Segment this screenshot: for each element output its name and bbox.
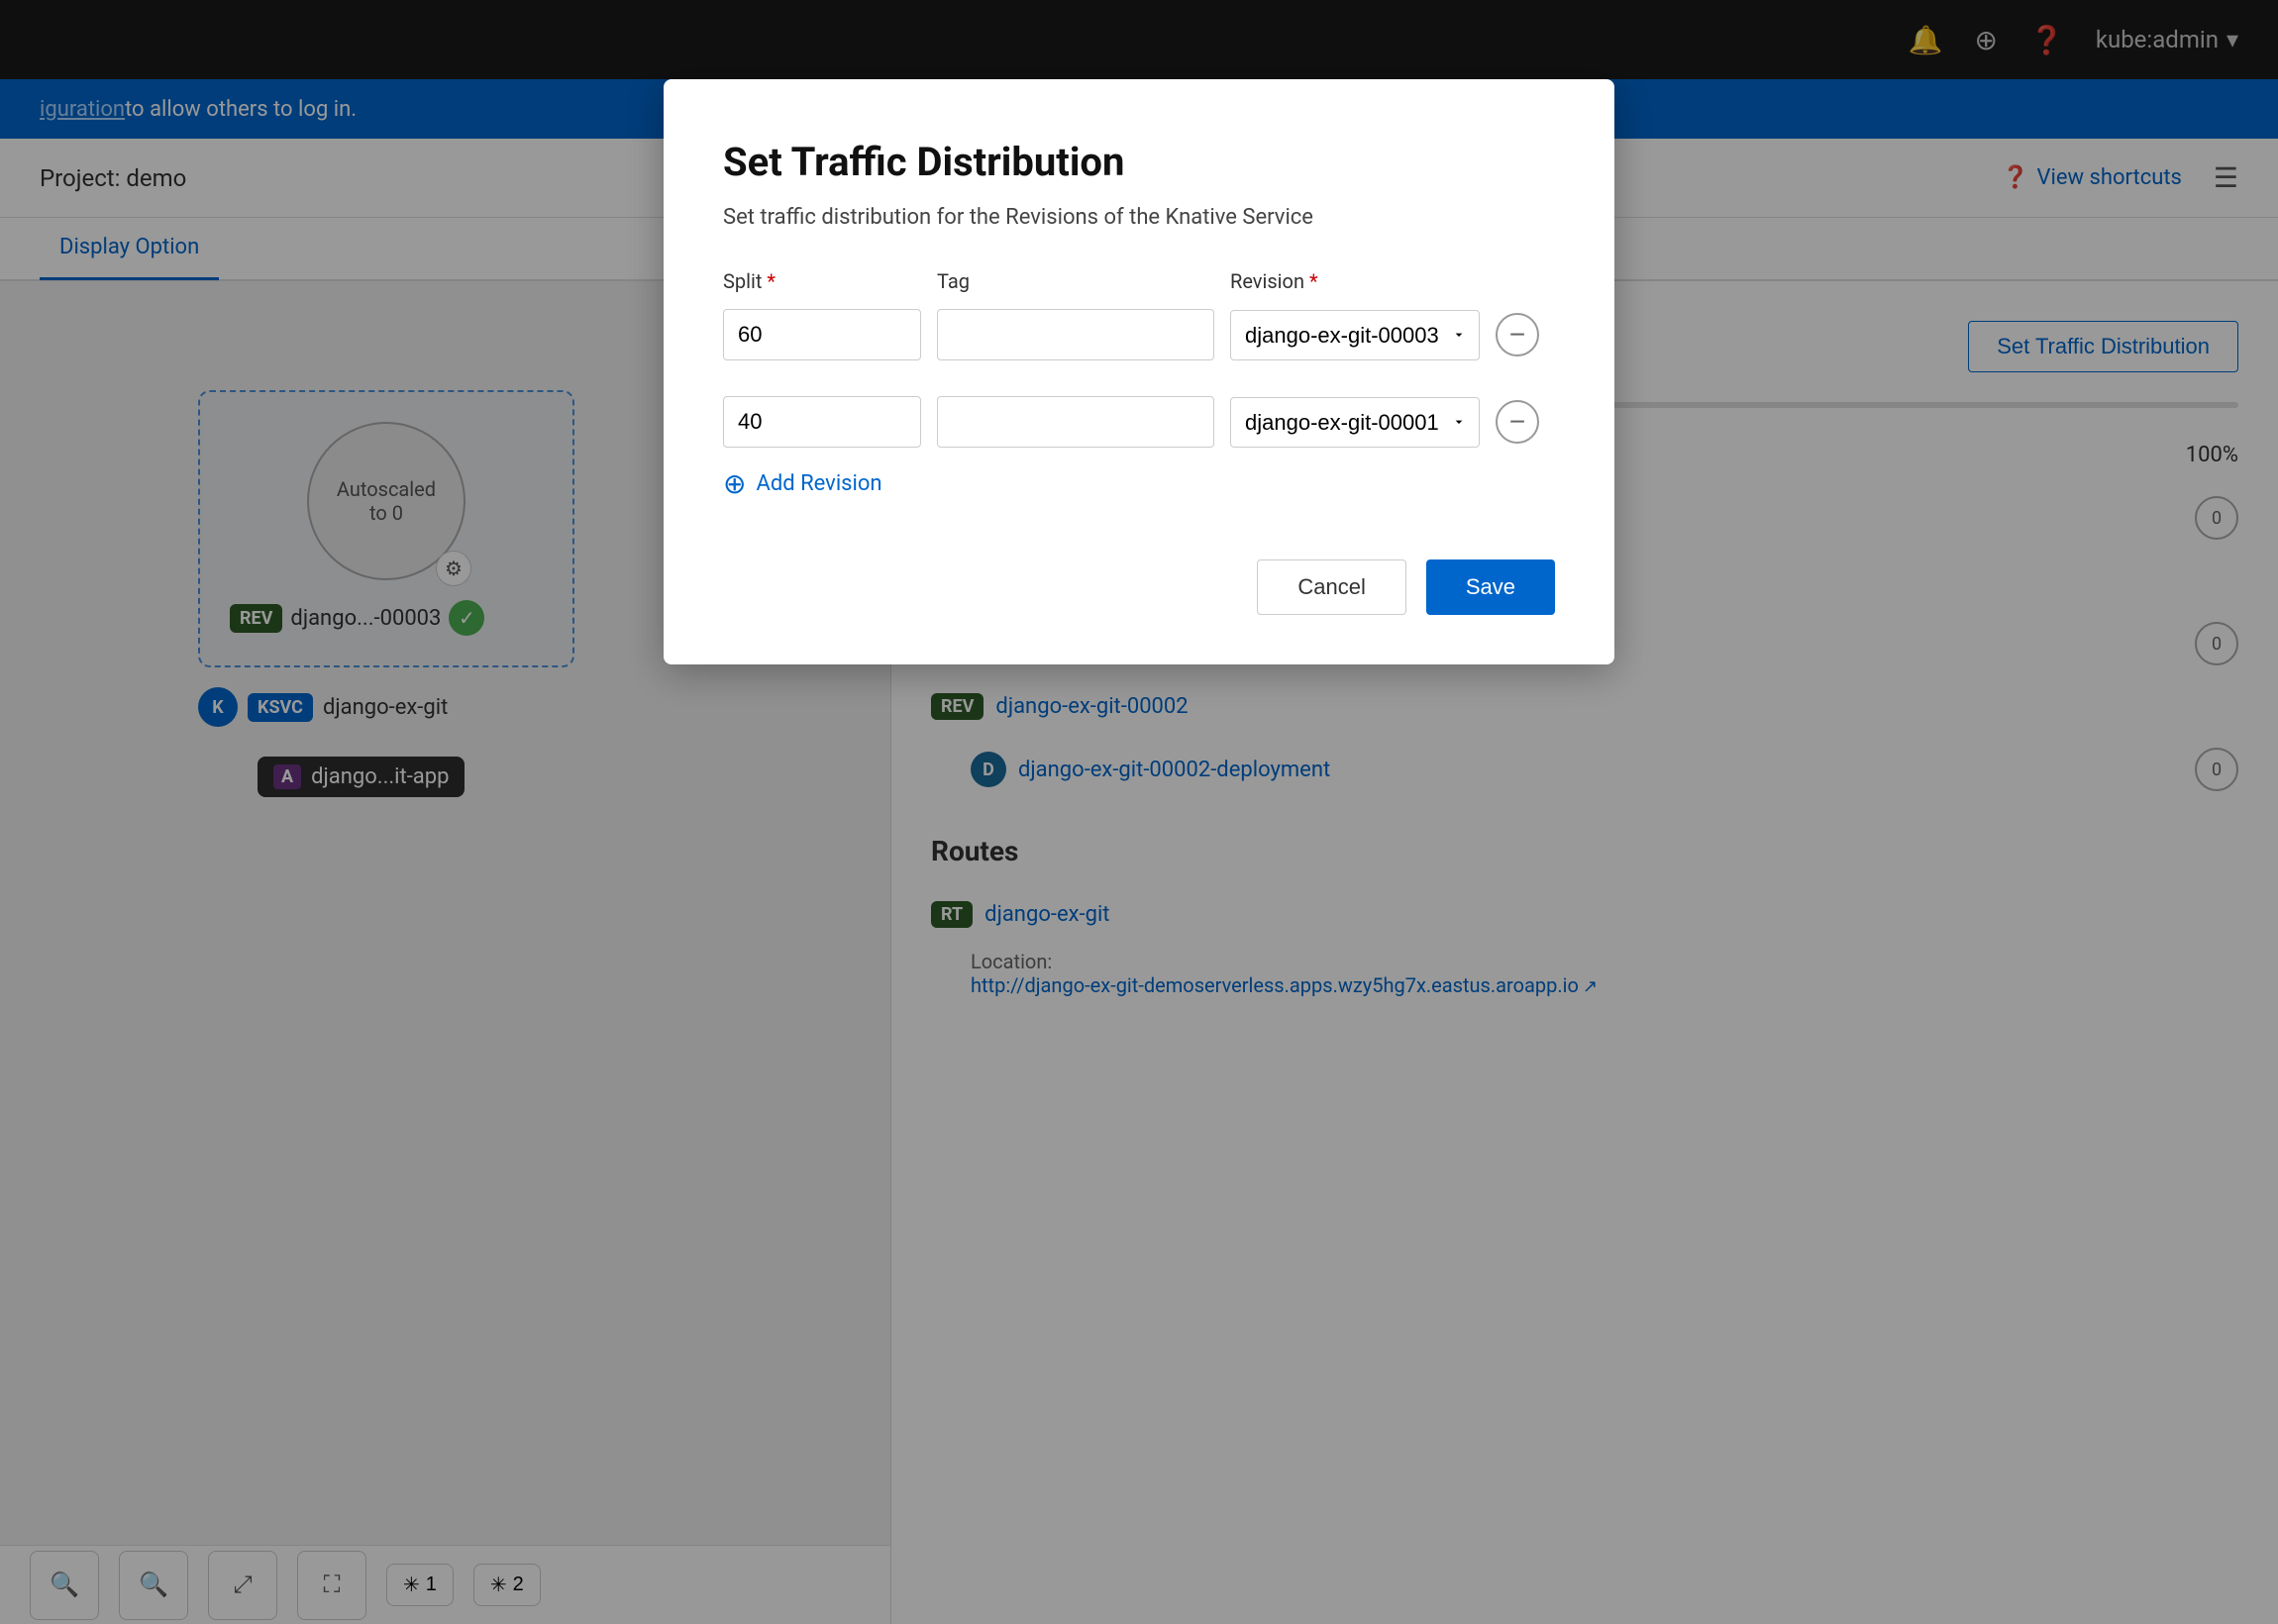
modal-column-headers: Split * Tag Revision * [723, 269, 1555, 293]
modal-row-2: django-ex-git-00001 django-ex-git-00003 … [723, 396, 1555, 448]
modal-overlay: Set Traffic Distribution Set traffic dis… [0, 0, 2278, 1624]
col-header-split: Split * [723, 269, 921, 293]
minus-icon: − [1509, 321, 1525, 349]
remove-row-1-button[interactable]: − [1496, 313, 1539, 356]
modal-title: Set Traffic Distribution [723, 139, 1555, 185]
add-revision-plus-icon: ⊕ [723, 467, 746, 500]
tag-input-2[interactable] [937, 396, 1214, 448]
col-header-revision: Revision * [1230, 269, 1480, 293]
modal-footer: Cancel Save [723, 559, 1555, 615]
revision-select-2[interactable]: django-ex-git-00001 django-ex-git-00003 … [1230, 397, 1480, 448]
modal-subtitle: Set traffic distribution for the Revisio… [723, 205, 1555, 230]
add-revision-label: Add Revision [756, 471, 881, 496]
col-header-tag: Tag [937, 269, 1214, 293]
revision-required-star: * [1309, 269, 1318, 293]
save-button[interactable]: Save [1426, 559, 1555, 615]
minus-icon-2: − [1509, 408, 1525, 436]
modal-row-1: django-ex-git-00003 django-ex-git-00001 … [723, 309, 1555, 360]
revision-select-1[interactable]: django-ex-git-00003 django-ex-git-00001 … [1230, 310, 1480, 360]
remove-row-2-button[interactable]: − [1496, 400, 1539, 444]
split-input-1[interactable] [723, 309, 921, 360]
tag-input-1[interactable] [937, 309, 1214, 360]
cancel-button[interactable]: Cancel [1257, 559, 1405, 615]
split-required-star: * [767, 269, 776, 293]
split-input-2[interactable] [723, 396, 921, 448]
add-revision-button[interactable]: ⊕ Add Revision [723, 467, 1555, 500]
modal-dialog: Set Traffic Distribution Set traffic dis… [664, 79, 1614, 664]
